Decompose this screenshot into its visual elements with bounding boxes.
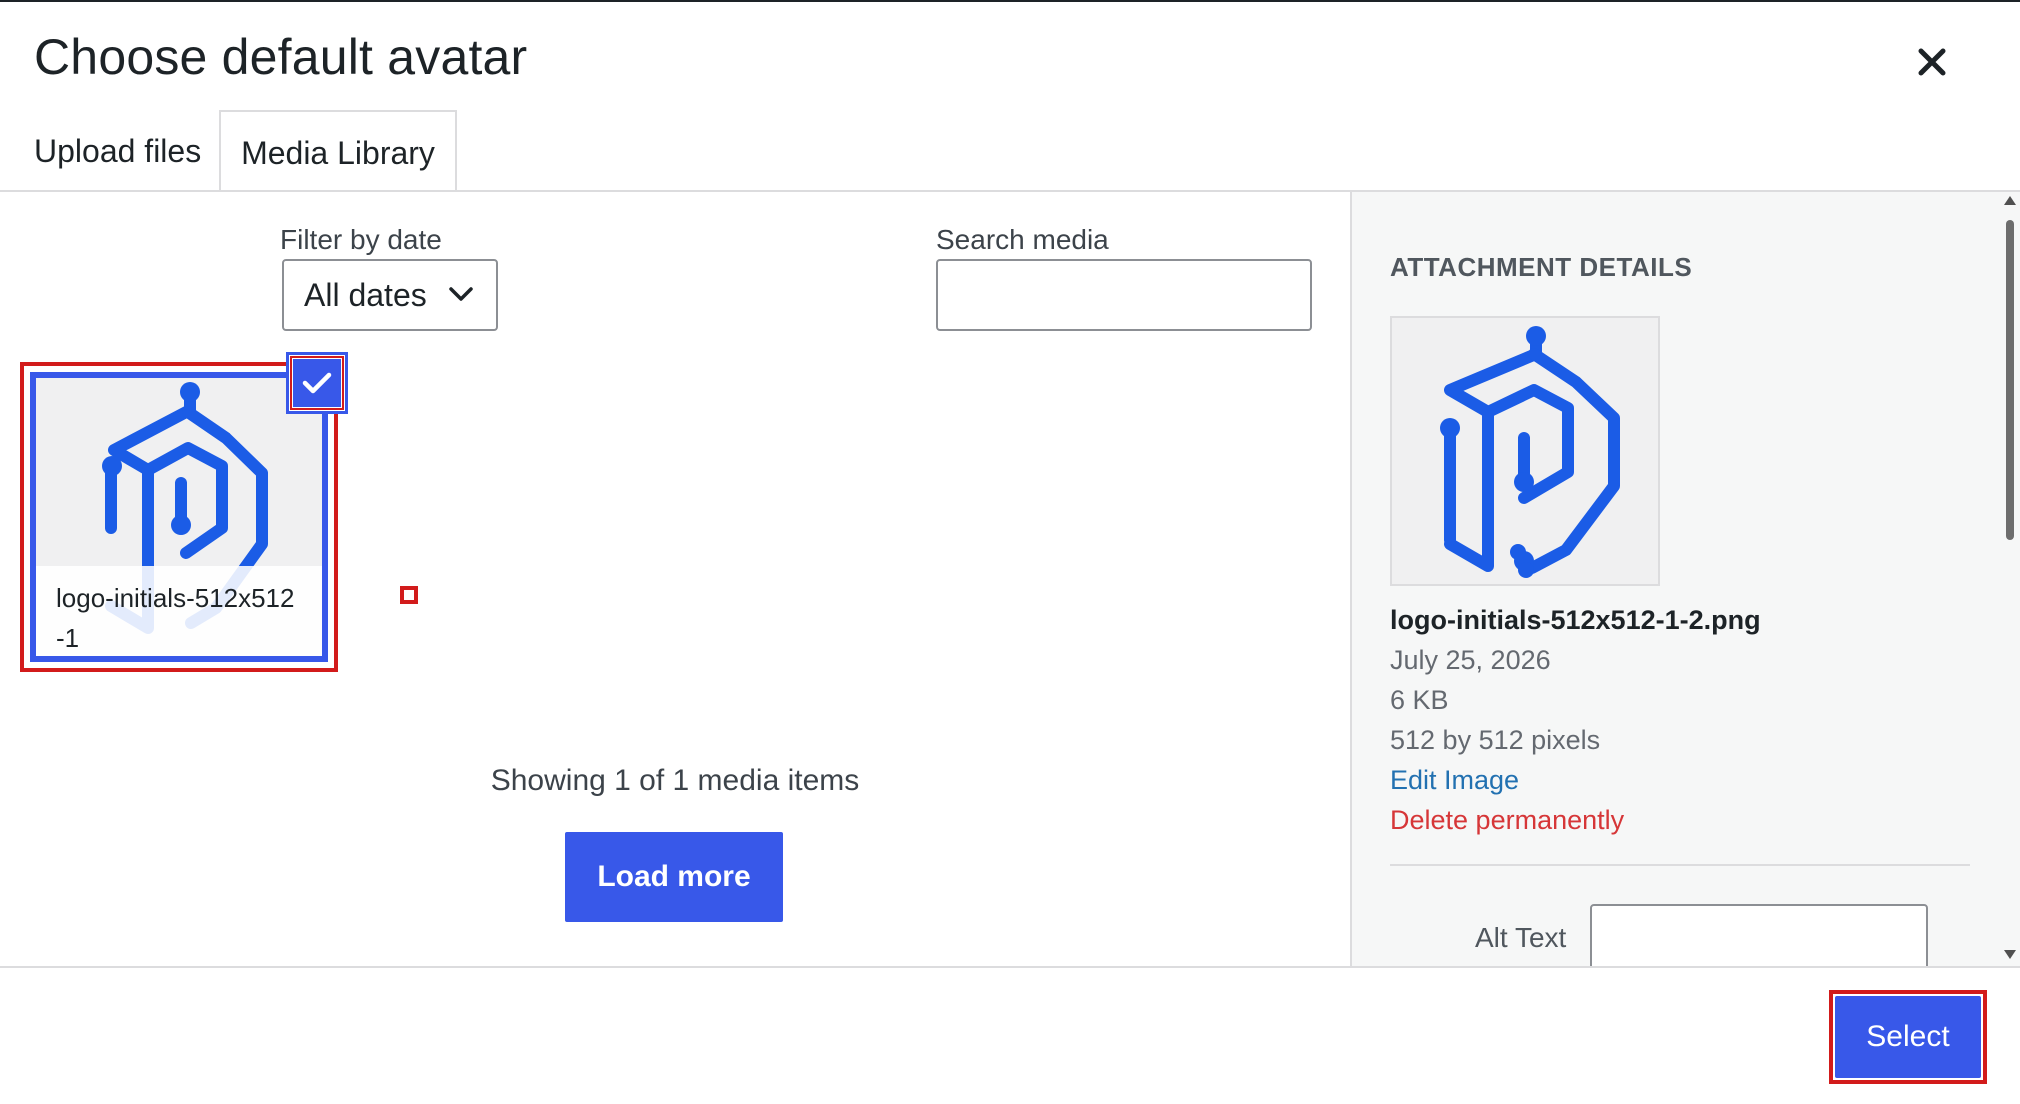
- media-count-text: Showing 1 of 1 media items: [490, 764, 860, 797]
- details-dimensions: 512 by 512 pixels: [1390, 725, 1601, 755]
- media-tabs: Upload files Media Library: [0, 110, 2020, 194]
- delete-permanently-link[interactable]: Delete permanently: [1390, 800, 1761, 840]
- media-browser: Filter by date All dates Search media lo…: [0, 192, 1350, 966]
- modal-title: Choose default avatar: [34, 29, 528, 85]
- check-box: [293, 359, 341, 407]
- alt-text-input[interactable]: [1590, 904, 1928, 974]
- click-marker: [400, 586, 418, 604]
- top-border: [0, 0, 2020, 2]
- scroll-thumb[interactable]: [2006, 220, 2014, 540]
- edit-image-link[interactable]: Edit Image: [1390, 760, 1761, 800]
- filter-date-label: Filter by date: [280, 224, 442, 255]
- filter-date-select[interactable]: All dates: [282, 259, 498, 331]
- scroll-down-arrow-icon[interactable]: [2004, 950, 2016, 959]
- tab-upload-files[interactable]: Upload files: [34, 110, 201, 192]
- search-media-label: Search media: [936, 224, 1109, 255]
- logo-initials-image: [1440, 326, 1620, 578]
- tab-media-library[interactable]: Media Library: [219, 110, 457, 194]
- attachment-details-heading: Attachment Details: [1390, 252, 1693, 282]
- close-button[interactable]: [1900, 30, 1964, 94]
- close-icon: [1918, 48, 1946, 76]
- scroll-up-arrow-icon[interactable]: [2004, 196, 2016, 205]
- attachment-details-sidebar: Attachment Details logo-initials-512x512…: [1350, 192, 2020, 974]
- details-filesize: 6 KB: [1390, 685, 1449, 715]
- filter-date-value: All dates: [304, 276, 427, 313]
- attachment-info: logo-initials-512x512-1-2.png July 25, 2…: [1390, 600, 1761, 840]
- alt-text-label: Alt Text: [1475, 922, 1567, 953]
- attachment-filename: logo-initials-512x512-1: [36, 566, 322, 656]
- select-button[interactable]: Select: [1835, 996, 1981, 1078]
- details-thumbnail: [1390, 316, 1660, 586]
- attachment-check-button[interactable]: [286, 352, 348, 414]
- search-media-input[interactable]: [936, 259, 1312, 331]
- chevron-down-icon: [449, 287, 473, 301]
- details-filename: logo-initials-512x512-1-2.png: [1390, 605, 1761, 635]
- load-more-button[interactable]: Load more: [565, 832, 783, 922]
- sidebar-scrollbar[interactable]: [2000, 192, 2020, 966]
- modal-toolbar: Select: [0, 966, 2020, 1104]
- attachment-preview: logo-initials-512x512-1: [30, 372, 328, 662]
- details-divider: [1390, 864, 1970, 866]
- checkmark-icon: [302, 372, 332, 394]
- details-date: July 25, 2026: [1390, 645, 1551, 675]
